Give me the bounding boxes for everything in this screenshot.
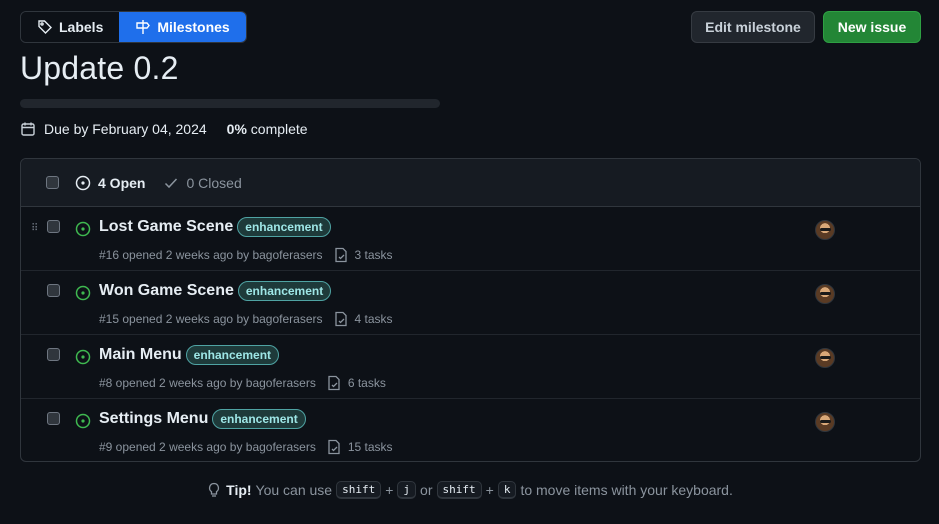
issue-title-link[interactable]: Main Menu [99, 346, 182, 364]
closed-issues-filter[interactable]: 0 Closed [163, 175, 242, 191]
issue-opened-info: #15 opened 2 weeks ago by bagoferasers [99, 312, 323, 326]
issue-tasks: 3 tasks [354, 248, 393, 262]
assignee-avatar[interactable] [815, 220, 835, 240]
tip-text-1: You can use [255, 482, 333, 498]
open-issues-filter[interactable]: 4 Open [75, 175, 145, 191]
issue-row[interactable]: Won Game Scene enhancement #15 opened 2 … [21, 271, 920, 335]
issue-checkbox[interactable] [47, 348, 60, 361]
issue-tasks: 15 tasks [347, 440, 393, 454]
issue-label-badge[interactable]: enhancement [237, 217, 331, 237]
calendar-icon [21, 122, 35, 136]
edit-milestone-button[interactable]: Edit milestone [691, 11, 815, 43]
tasklist-icon [328, 375, 340, 391]
issue-checkbox[interactable] [47, 220, 60, 233]
labels-milestones-switch: Labels Milestones [20, 11, 247, 43]
shift-key: shift [336, 481, 382, 499]
tasklist-icon [328, 439, 340, 455]
issue-opened-info: #8 opened 2 weeks ago by bagoferasers [99, 376, 316, 390]
issue-title-link[interactable]: Lost Game Scene [99, 218, 233, 236]
labels-tab[interactable]: Labels [21, 12, 120, 42]
plus-sign: + [485, 482, 494, 498]
issue-opened-icon [75, 175, 91, 191]
k-key: k [497, 481, 517, 499]
milestones-tab-label: Milestones [157, 19, 230, 35]
issue-title-line: Won Game Scene enhancement [99, 281, 332, 301]
plus-sign: + [385, 482, 394, 498]
issue-meta: #16 opened 2 weeks ago by bagoferasers 3… [99, 247, 393, 263]
assignee-avatar[interactable] [815, 348, 835, 368]
issue-state-filters: 4 Open 0 Closed [75, 159, 242, 207]
milestone-meta: Due by February 04, 2024 0% complete [20, 120, 308, 138]
select-all-checkbox[interactable] [46, 176, 59, 189]
percent-value: 0% [226, 121, 247, 137]
issue-title-link[interactable]: Won Game Scene [99, 282, 234, 300]
milestones-tab[interactable]: Milestones [119, 12, 246, 42]
milestone-title: Update 0.2 [20, 50, 179, 86]
issue-tasks: 6 tasks [347, 376, 386, 390]
shift-key: shift [436, 481, 482, 499]
issue-row[interactable]: Settings Menu enhancement #9 opened 2 we… [21, 399, 920, 461]
drag-handle-icon[interactable]: ⠿ [31, 223, 38, 234]
tag-icon [38, 20, 52, 34]
assignee-avatar[interactable] [815, 284, 835, 304]
complete-label: complete [250, 121, 308, 137]
issue-checkbox[interactable] [47, 412, 60, 425]
issue-label-badge[interactable]: enhancement [185, 345, 280, 365]
tasklist-icon [334, 311, 347, 327]
check-icon [165, 178, 178, 189]
closed-count-label: 0 Closed [186, 175, 242, 191]
new-issue-button[interactable]: New issue [823, 11, 921, 43]
issue-opened-icon [75, 413, 91, 429]
issues-list: 4 Open 0 Closed ⠿ Lost Game Scene enhanc… [20, 158, 921, 462]
issue-opened-icon [75, 285, 91, 301]
due-date: Due by February 04, 2024 [44, 121, 207, 137]
milestone-icon [136, 20, 151, 34]
issue-opened-info: #9 opened 2 weeks ago by bagoferasers [99, 440, 316, 454]
tip-text-2: to move items with your keyboard. [520, 482, 733, 498]
issue-row[interactable]: ⠿ Lost Game Scene enhancement #16 opened… [21, 207, 920, 271]
tip-prefix: Tip! [226, 482, 252, 498]
issue-tasks: 4 tasks [354, 312, 393, 326]
open-count-label: 4 Open [98, 175, 146, 191]
j-key: j [397, 481, 417, 499]
issues-list-header: 4 Open 0 Closed [21, 159, 920, 207]
percent-complete: 0% complete [227, 121, 308, 137]
assignee-avatar[interactable] [815, 412, 835, 432]
issue-meta: #8 opened 2 weeks ago by bagoferasers 6 … [99, 375, 386, 391]
labels-tab-label: Labels [59, 19, 104, 35]
issue-label-badge[interactable]: enhancement [212, 409, 306, 429]
issue-title-line: Settings Menu enhancement [99, 409, 306, 429]
keyboard-tip: Tip! You can use shift + j or shift + k to m… [0, 481, 939, 499]
issue-meta: #9 opened 2 weeks ago by bagoferasers 15… [99, 439, 393, 455]
issue-checkbox[interactable] [47, 284, 60, 297]
light-bulb-icon [209, 482, 220, 497]
issue-opened-icon [75, 349, 91, 365]
issue-title-line: Lost Game Scene enhancement [99, 217, 331, 237]
issue-meta: #15 opened 2 weeks ago by bagoferasers 4… [99, 311, 393, 327]
issue-label-badge[interactable]: enhancement [237, 281, 332, 301]
tasklist-icon [334, 247, 347, 263]
issue-opened-info: #16 opened 2 weeks ago by bagoferasers [99, 248, 323, 262]
issue-title-line: Main Menu enhancement [99, 345, 280, 365]
issue-opened-icon [75, 221, 91, 237]
tip-or: or [420, 482, 433, 498]
issue-title-link[interactable]: Settings Menu [99, 410, 208, 428]
issue-row[interactable]: Main Menu enhancement #8 opened 2 weeks … [21, 335, 920, 399]
milestone-progress-bar [20, 99, 440, 108]
